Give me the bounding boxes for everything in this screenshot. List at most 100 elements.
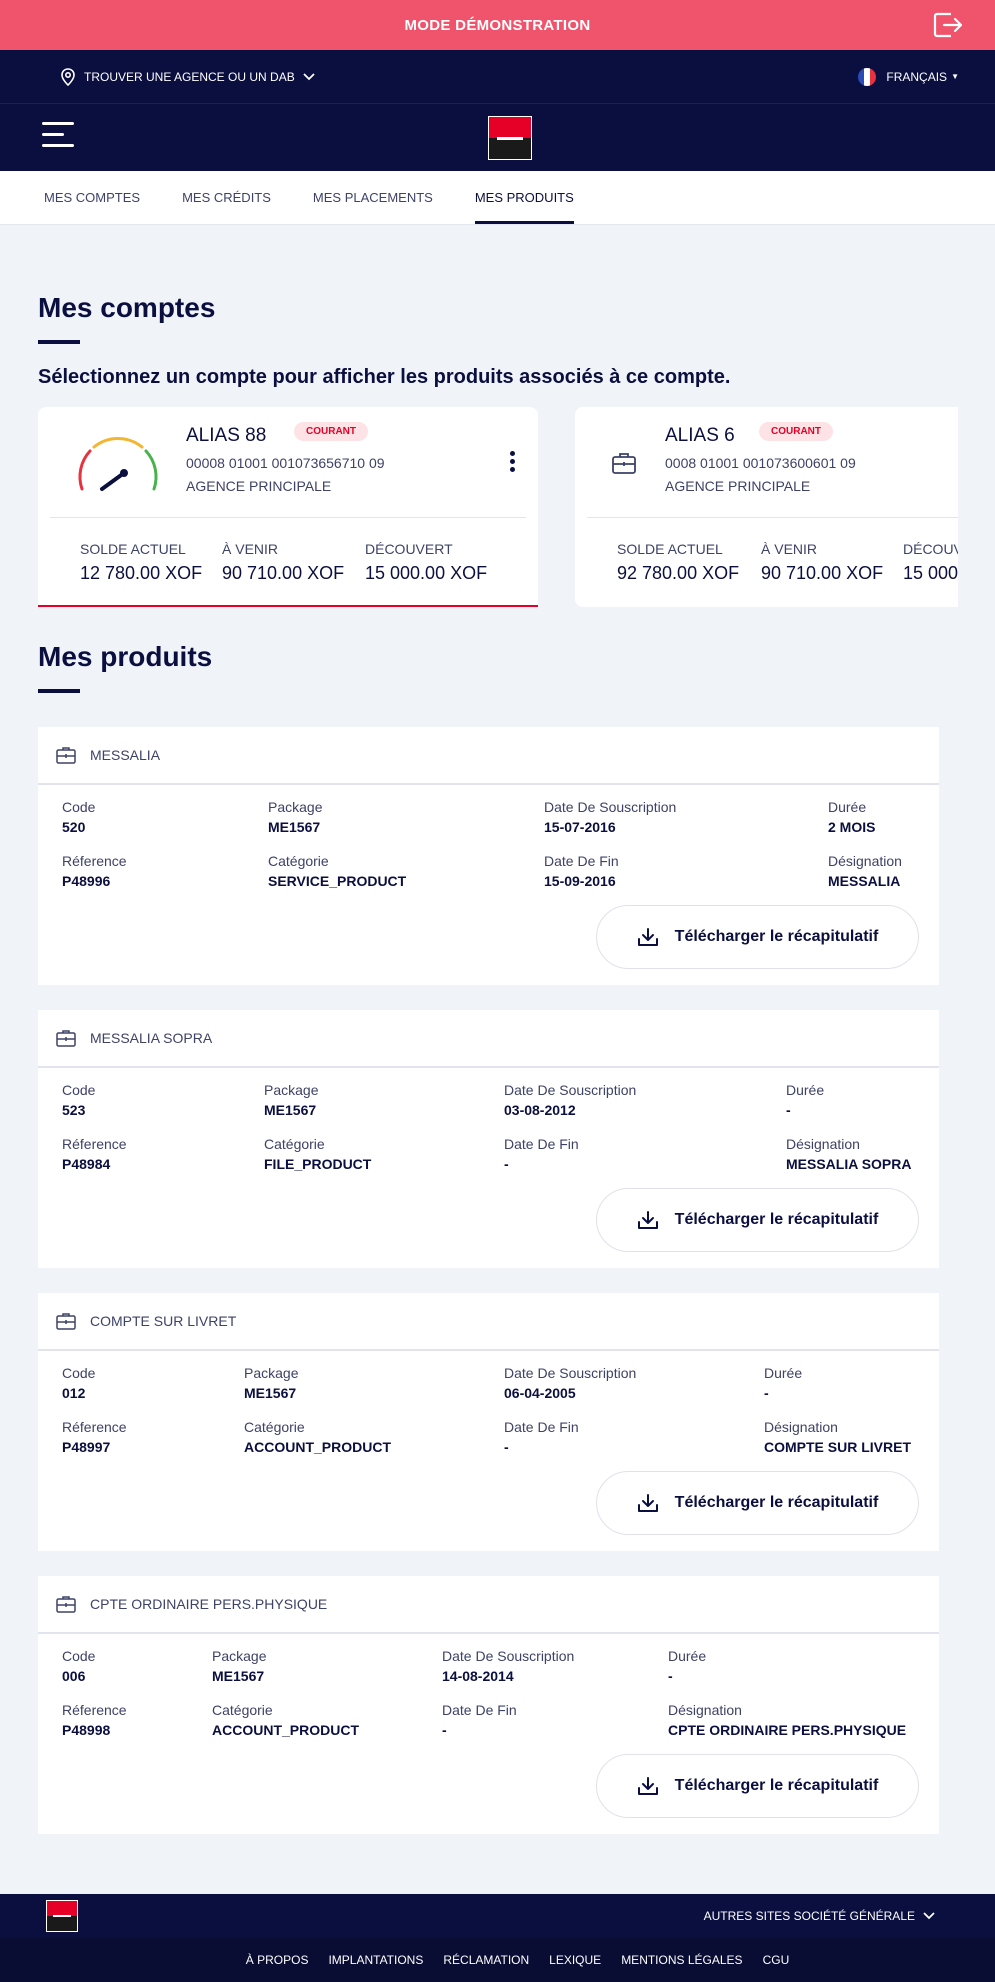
tab-mes-credits[interactable]: MES CRÉDITS [161, 171, 292, 224]
field-value: - [442, 1722, 447, 1738]
field-label: Date De Souscription [442, 1648, 575, 1664]
footer-link-a-propos[interactable]: À PROPOS [246, 1953, 309, 1967]
download-summary-button[interactable]: Télécharger le récapitulatif [596, 1471, 919, 1535]
account-card[interactable]: ALIAS 6 COURANT 0008 01001 001073600601 … [575, 407, 958, 607]
field-label: Durée [764, 1365, 803, 1381]
stat-value: 90 710.00 XOF [761, 563, 884, 583]
footer-logo[interactable] [46, 1900, 78, 1932]
stat-value: 15 000.00 XOF [903, 563, 958, 583]
field-value: 15-07-2016 [544, 819, 616, 835]
hamburger-menu-icon[interactable] [42, 122, 74, 150]
stat-value: 15 000.00 XOF [365, 563, 488, 583]
field-value: - [504, 1156, 509, 1172]
footer-link-reclamation[interactable]: RÉCLAMATION [443, 1953, 529, 1967]
product-card: MESSALIA SOPRA Code 523 Réference P48984 Pac… [38, 1010, 939, 1268]
field-label: Date De Souscription [504, 1365, 637, 1381]
tab-mes-placements[interactable]: MES PLACEMENTS [292, 171, 454, 224]
footer-links: À PROPOS IMPLANTATIONS RÉCLAMATION LEXIQ… [0, 1938, 995, 1982]
agency-locator-label: TROUVER UNE AGENCE OU UN DAB [84, 69, 295, 84]
stat-label: SOLDE ACTUEL [80, 541, 186, 557]
product-card: MESSALIA Code 520 Réference P48996 Package ME… [38, 727, 939, 985]
footer-link-mentions-legales[interactable]: MENTIONS LÉGALES [621, 1953, 742, 1967]
tab-mes-comptes[interactable]: MES COMPTES [44, 171, 161, 224]
footer-link-cgu[interactable]: CGU [763, 1953, 790, 1967]
stat-value: 92 780.00 XOF [617, 563, 740, 583]
accounts-subtitle: Sélectionnez un compte pour afficher les… [38, 366, 731, 388]
field-value: 15-09-2016 [544, 873, 616, 889]
tab-mes-produits[interactable]: MES PRODUITS [454, 171, 595, 224]
field-label: Date De Fin [504, 1419, 579, 1435]
more-options-icon[interactable] [510, 451, 516, 475]
field-label: Package [264, 1082, 319, 1098]
download-summary-button[interactable]: Télécharger le récapitulatif [596, 1754, 919, 1818]
field-value: COMPTE SUR LIVRET [764, 1439, 912, 1455]
language-selector[interactable]: FRANÇAIS ▼ [858, 67, 959, 86]
field-value: P48997 [62, 1439, 111, 1455]
field-value: ACCOUNT_PRODUCT [212, 1722, 359, 1738]
chevron-down-icon [923, 1912, 935, 1920]
briefcase-icon [56, 1313, 76, 1330]
footer-link-lexique[interactable]: LEXIQUE [549, 1953, 601, 1967]
download-summary-label: Télécharger le récapitulatif [674, 928, 879, 945]
caret-down-icon: ▼ [951, 72, 959, 81]
demo-mode-label: MODE DÉMONSTRATION [404, 16, 591, 34]
field-label: Réference [62, 853, 127, 869]
field-value: - [786, 1102, 791, 1118]
field-value: MESSALIA [828, 873, 901, 889]
accounts-title-underline [38, 340, 80, 344]
agency-locator-dropdown[interactable]: TROUVER UNE AGENCE OU UN DAB [60, 67, 315, 86]
main-tabs: MES COMPTES MES CRÉDITS MES PLACEMENTS M… [0, 171, 995, 225]
stat-label: À VENIR [761, 541, 818, 557]
account-type-badge: COURANT [294, 422, 368, 441]
field-label: Durée [786, 1082, 825, 1098]
product-name: MESSALIA [90, 747, 161, 763]
field-value: CPTE ORDINAIRE PERS.PHYSIQUE [668, 1722, 907, 1738]
account-number: 00008 01001 001073656710 09 [186, 455, 385, 471]
download-summary-button[interactable]: Télécharger le récapitulatif [596, 1188, 919, 1252]
field-value: 520 [62, 819, 86, 835]
france-flag-icon [858, 67, 877, 86]
product-name: CPTE ORDINAIRE PERS.PHYSIQUE [90, 1596, 328, 1612]
other-sites-dropdown[interactable]: AUTRES SITES SOCIÉTÉ GÉNÉRALE [704, 1909, 935, 1923]
product-card: COMPTE SUR LIVRET Code 012 Réference P48997… [38, 1293, 939, 1551]
field-label: Code [62, 1648, 96, 1664]
field-label: Catégorie [268, 853, 329, 869]
footer-link-implantations[interactable]: IMPLANTATIONS [328, 1953, 423, 1967]
field-label: Désignation [764, 1419, 838, 1435]
societe-generale-logo[interactable] [488, 116, 532, 160]
field-value: ME1567 [264, 1102, 317, 1118]
logout-icon[interactable] [933, 12, 963, 38]
account-number: 0008 01001 001073600601 09 [665, 455, 856, 471]
field-value: FILE_PRODUCT [264, 1156, 372, 1172]
download-icon [637, 1494, 658, 1512]
briefcase-icon [612, 453, 636, 474]
location-pin-icon [61, 67, 75, 86]
top-utility-bar: TROUVER UNE AGENCE OU UN DAB FRANÇAIS ▼ [0, 50, 995, 103]
accounts-title: Mes comptes [38, 292, 216, 323]
field-value: P48984 [62, 1156, 111, 1172]
field-label: Catégorie [212, 1702, 273, 1718]
chevron-down-icon [303, 72, 315, 80]
field-label: Durée [668, 1648, 707, 1664]
field-value: 14-08-2014 [442, 1668, 514, 1684]
field-value: P48996 [62, 873, 111, 889]
product-header: MESSALIA [38, 727, 939, 785]
download-icon [637, 1777, 658, 1795]
account-type-badge: COURANT [759, 422, 833, 441]
accounts-carousel: ALIAS 88 COURANT 00008 01001 00107365671… [0, 407, 958, 609]
field-value: MESSALIA SOPRA [786, 1156, 912, 1172]
field-label: Catégorie [244, 1419, 305, 1435]
stat-value: 12 780.00 XOF [80, 563, 203, 583]
account-agency: AGENCE PRINCIPALE [186, 478, 332, 494]
download-summary-label: Télécharger le récapitulatif [674, 1211, 879, 1228]
download-summary-label: Télécharger le récapitulatif [674, 1494, 879, 1511]
field-label: Code [62, 1365, 96, 1381]
download-summary-button[interactable]: Télécharger le récapitulatif [596, 905, 919, 969]
products-title: Mes produits [38, 641, 213, 672]
footer: AUTRES SITES SOCIÉTÉ GÉNÉRALE À PROPOS I… [0, 1894, 995, 1982]
field-label: Date De Fin [504, 1136, 579, 1152]
product-details: Code 520 Réference P48996 Package ME1567 Catég… [38, 785, 939, 985]
account-card[interactable]: ALIAS 88 COURANT 00008 01001 00107365671… [38, 407, 538, 607]
field-label: Package [244, 1365, 299, 1381]
field-label: Réference [62, 1419, 127, 1435]
